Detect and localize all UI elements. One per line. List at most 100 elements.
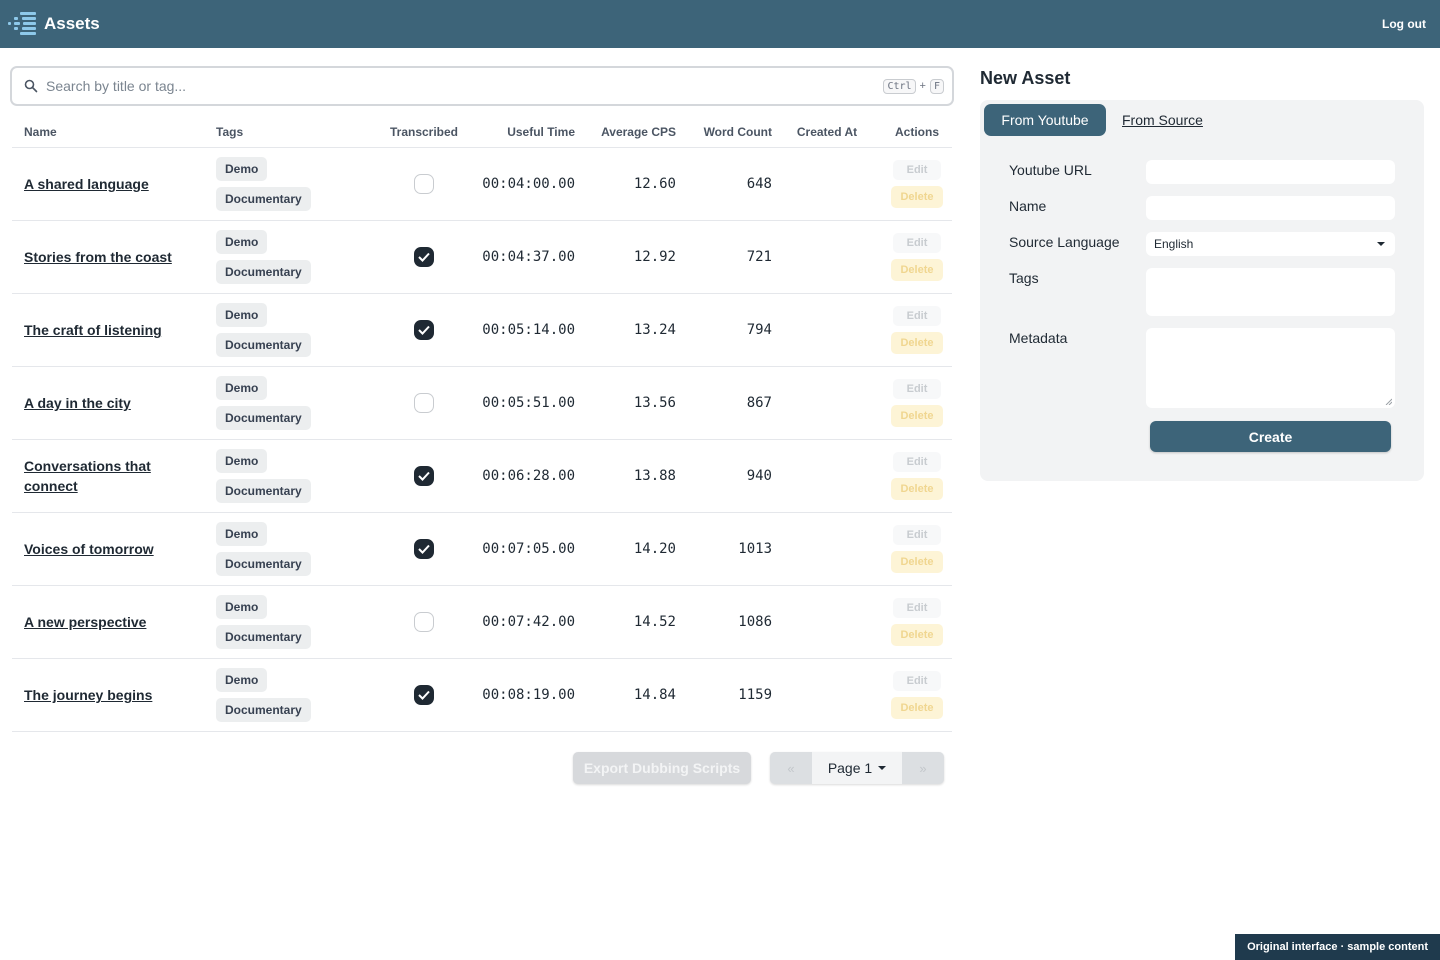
asset-name-link[interactable]: Conversations that connect bbox=[24, 456, 184, 496]
transcribed-checkbox[interactable] bbox=[414, 612, 434, 632]
search-input[interactable] bbox=[46, 78, 884, 94]
next-page-button[interactable]: » bbox=[902, 752, 944, 784]
delete-button[interactable]: Delete bbox=[891, 259, 943, 281]
checkmark-icon bbox=[418, 690, 430, 700]
delete-button[interactable]: Delete bbox=[891, 405, 943, 427]
actions-cell: Edit Delete bbox=[882, 306, 952, 354]
table-row: Stories from the coast Demo Documentary 00:… bbox=[12, 221, 952, 294]
delete-button[interactable]: Delete bbox=[891, 186, 943, 208]
tag-badge[interactable]: Demo bbox=[216, 303, 268, 327]
asset-name-link[interactable]: Voices of tomorrow bbox=[24, 539, 184, 559]
tags-cell: Demo Documentary bbox=[208, 522, 374, 576]
name-cell: Voices of tomorrow bbox=[12, 539, 208, 559]
tag-badge[interactable]: Demo bbox=[216, 376, 268, 400]
useful-time-cell: 00:04:37.00 bbox=[482, 249, 575, 265]
asset-name-link[interactable]: A shared language bbox=[24, 174, 184, 194]
tag-badge[interactable]: Documentary bbox=[216, 479, 311, 503]
edit-button[interactable]: Edit bbox=[892, 233, 942, 253]
column-header-actions: Actions bbox=[894, 124, 939, 139]
metadata-textarea[interactable] bbox=[1146, 328, 1395, 408]
delete-button[interactable]: Delete bbox=[891, 332, 943, 354]
transcribed-checkbox[interactable] bbox=[414, 174, 434, 194]
transcribed-checkbox[interactable] bbox=[414, 539, 434, 559]
transcribed-checkbox[interactable] bbox=[414, 247, 434, 267]
transcribed-checkbox[interactable] bbox=[414, 320, 434, 340]
tab-from-source[interactable]: From Source bbox=[1122, 112, 1203, 128]
tags-cell: Demo Documentary bbox=[208, 376, 374, 430]
edit-button[interactable]: Edit bbox=[892, 306, 942, 326]
asset-name-link[interactable]: The craft of listening bbox=[24, 320, 184, 340]
table-row: A day in the city Demo Documentary 00:05:51… bbox=[12, 367, 952, 440]
sound-wave-logo-icon bbox=[8, 12, 36, 35]
search-bar[interactable]: Ctrl + F bbox=[10, 66, 954, 106]
column-header-tags[interactable]: Tags bbox=[208, 125, 374, 139]
edit-button[interactable]: Edit bbox=[892, 160, 942, 180]
assets-table: Name Tags Transcribed Useful Time Averag… bbox=[12, 116, 952, 732]
name-input[interactable] bbox=[1146, 196, 1395, 220]
youtube-url-input[interactable] bbox=[1146, 160, 1395, 184]
resize-handle-icon[interactable] bbox=[1385, 398, 1392, 405]
source-language-select[interactable]: English bbox=[1146, 232, 1395, 256]
column-header-transcribed[interactable]: Transcribed bbox=[374, 125, 474, 139]
edit-button[interactable]: Edit bbox=[892, 525, 942, 545]
column-header-average-cps[interactable]: Average CPS bbox=[575, 125, 676, 139]
asset-name-link[interactable]: A new perspective bbox=[24, 612, 184, 632]
useful-time-cell: 00:08:19.00 bbox=[482, 687, 575, 703]
app-title: Assets bbox=[44, 14, 100, 33]
checkmark-icon bbox=[418, 544, 430, 554]
page-select[interactable]: Page 1 bbox=[812, 752, 902, 784]
logout-button[interactable]: Log out bbox=[1382, 17, 1428, 31]
tag-badge[interactable]: Documentary bbox=[216, 260, 311, 284]
tags-input[interactable] bbox=[1146, 268, 1395, 316]
new-asset-title: New Asset bbox=[980, 68, 1071, 88]
actions-cell: Edit Delete bbox=[882, 598, 952, 646]
name-cell: Stories from the coast bbox=[12, 247, 208, 267]
tags-label: Tags bbox=[1009, 270, 1039, 286]
column-header-created-at[interactable]: Created At bbox=[772, 125, 882, 139]
edit-button[interactable]: Edit bbox=[892, 671, 942, 691]
asset-name-link[interactable]: A day in the city bbox=[24, 393, 184, 413]
delete-button[interactable]: Delete bbox=[891, 624, 943, 646]
tag-badge[interactable]: Documentary bbox=[216, 625, 311, 649]
tag-badge[interactable]: Demo bbox=[216, 449, 268, 473]
edit-button[interactable]: Edit bbox=[892, 452, 942, 472]
useful-time-cell: 00:07:42.00 bbox=[482, 614, 575, 630]
delete-button[interactable]: Delete bbox=[891, 478, 943, 500]
word-count-cell: 1013 bbox=[738, 541, 772, 557]
export-dubbing-scripts-button[interactable]: Export Dubbing Scripts bbox=[573, 752, 751, 784]
tag-badge[interactable]: Demo bbox=[216, 668, 268, 692]
word-count-cell: 794 bbox=[746, 322, 772, 338]
column-header-word-count[interactable]: Word Count bbox=[676, 125, 772, 139]
checkmark-icon bbox=[418, 471, 430, 481]
name-cell: The craft of listening bbox=[12, 320, 208, 340]
create-button[interactable]: Create bbox=[1150, 421, 1391, 452]
footer-badge: Original interface · sample content bbox=[1235, 934, 1440, 960]
tag-badge[interactable]: Documentary bbox=[216, 333, 311, 357]
edit-button[interactable]: Edit bbox=[892, 598, 942, 618]
delete-button[interactable]: Delete bbox=[891, 551, 943, 573]
transcribed-checkbox[interactable] bbox=[414, 685, 434, 705]
tag-badge[interactable]: Documentary bbox=[216, 552, 311, 576]
top-bar: Assets Log out bbox=[0, 0, 1440, 48]
asset-name-link[interactable]: The journey begins bbox=[24, 685, 184, 705]
tag-badge[interactable]: Demo bbox=[216, 595, 268, 619]
edit-button[interactable]: Edit bbox=[892, 379, 942, 399]
tag-badge[interactable]: Demo bbox=[216, 157, 268, 181]
word-count-cell: 648 bbox=[746, 176, 772, 192]
column-header-name[interactable]: Name bbox=[12, 125, 208, 139]
tags-cell: Demo Documentary bbox=[208, 668, 374, 722]
chevron-down-icon bbox=[878, 766, 887, 770]
column-header-useful-time[interactable]: Useful Time bbox=[474, 125, 575, 139]
tag-badge[interactable]: Documentary bbox=[216, 406, 311, 430]
transcribed-checkbox[interactable] bbox=[414, 393, 434, 413]
tag-badge[interactable]: Demo bbox=[216, 230, 268, 254]
delete-button[interactable]: Delete bbox=[891, 697, 943, 719]
asset-name-link[interactable]: Stories from the coast bbox=[24, 247, 184, 267]
transcribed-checkbox[interactable] bbox=[414, 466, 434, 486]
previous-page-button[interactable]: « bbox=[770, 752, 812, 784]
tag-badge[interactable]: Documentary bbox=[216, 187, 311, 211]
tab-from-youtube[interactable]: From Youtube bbox=[984, 104, 1106, 136]
word-count-cell: 1086 bbox=[738, 614, 772, 630]
tag-badge[interactable]: Demo bbox=[216, 522, 268, 546]
tag-badge[interactable]: Documentary bbox=[216, 698, 311, 722]
